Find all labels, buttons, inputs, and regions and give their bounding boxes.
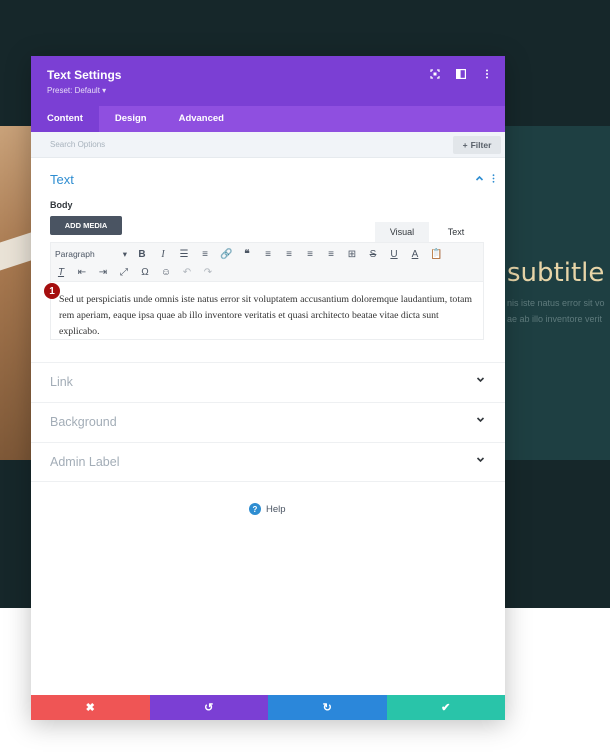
close-icon: ✖ xyxy=(85,702,95,714)
save-button[interactable]: ✔ xyxy=(386,695,505,720)
table-icon[interactable]: ⊞ xyxy=(346,249,358,260)
paste-icon[interactable]: 📋 xyxy=(430,249,442,260)
help-label: Help xyxy=(266,503,286,515)
numbered-list-icon[interactable]: ≡ xyxy=(199,249,211,260)
toggle-label: Background xyxy=(50,415,117,429)
chevron-up-icon[interactable] xyxy=(475,174,484,186)
body-label: Body xyxy=(50,200,73,210)
tab-advanced[interactable]: Advanced xyxy=(163,106,240,132)
tab-visual[interactable]: Visual xyxy=(375,222,429,242)
plus-icon: + xyxy=(462,140,468,150)
link-icon[interactable]: 🔗 xyxy=(220,249,232,260)
toggle-background[interactable]: Background xyxy=(31,402,505,442)
bullet-list-icon[interactable]: ☰ xyxy=(178,249,190,260)
settings-tabs: Content Design Advanced xyxy=(31,106,505,132)
undo-button[interactable]: ↺ xyxy=(149,695,268,720)
undo-edit-icon[interactable]: ↶ xyxy=(181,267,193,278)
focus-icon[interactable] xyxy=(429,68,441,80)
toggle-admin-label[interactable]: Admin Label xyxy=(31,442,505,482)
bold-icon[interactable]: B xyxy=(136,249,148,260)
strikethrough-icon[interactable]: S xyxy=(367,249,379,260)
check-icon: ✔ xyxy=(441,702,451,714)
clear-formatting-icon[interactable]: T xyxy=(55,267,67,278)
more-icon[interactable] xyxy=(481,68,493,80)
redo-icon: ↻ xyxy=(322,702,332,714)
modal-footer: ✖ ↺ ↻ ✔ xyxy=(31,695,505,720)
align-center-icon[interactable]: ≡ xyxy=(283,249,295,260)
toggle-label: Admin Label xyxy=(50,455,120,469)
filter-label: Filter xyxy=(470,140,492,150)
emoji-icon[interactable]: ☺ xyxy=(160,267,172,278)
text-color-icon[interactable]: A xyxy=(409,249,421,260)
section-more-icon[interactable] xyxy=(492,174,495,186)
background-text-line: nis iste natus error sit vo xyxy=(507,298,605,308)
redo-button[interactable]: ↻ xyxy=(268,695,387,720)
section-title-text[interactable]: Text xyxy=(50,172,74,187)
blockquote-icon[interactable]: ❝ xyxy=(241,249,253,260)
text-settings-modal: Text Settings Preset: Default ▾ Content … xyxy=(31,56,505,720)
chevron-down-icon xyxy=(476,455,485,467)
tab-design[interactable]: Design xyxy=(99,106,163,132)
tab-content[interactable]: Content xyxy=(31,106,99,132)
background-subtitle: subtitle xyxy=(507,258,605,288)
fullscreen-icon[interactable]: ⤢ xyxy=(118,267,130,278)
background-text-line: ae ab illo inventore verit xyxy=(507,314,603,324)
sidebar-toggle-icon[interactable] xyxy=(455,68,467,80)
toggle-link[interactable]: Link xyxy=(31,362,505,402)
search-options-bar: Search Options + Filter xyxy=(31,132,505,158)
undo-icon: ↺ xyxy=(204,702,214,714)
search-input[interactable]: Search Options xyxy=(50,140,105,149)
modal-header[interactable]: Text Settings Preset: Default ▾ xyxy=(31,56,505,106)
editor-mode-tabs: Visual Text xyxy=(375,222,483,242)
add-media-button[interactable]: ADD MEDIA xyxy=(50,216,122,235)
toggle-label: Link xyxy=(50,375,73,389)
step-badge: 1 xyxy=(44,283,60,299)
modal-title: Text Settings xyxy=(47,68,122,82)
indent-icon[interactable]: ⇥ xyxy=(97,267,109,278)
filter-button[interactable]: + Filter xyxy=(453,136,501,154)
background-teal-panel xyxy=(503,126,610,460)
preset-dropdown[interactable]: Preset: Default ▾ xyxy=(47,86,106,95)
outdent-icon[interactable]: ⇤ xyxy=(76,267,88,278)
justify-icon[interactable]: ≡ xyxy=(325,249,337,260)
help-link[interactable]: ? Help xyxy=(249,503,286,515)
redo-edit-icon[interactable]: ↷ xyxy=(202,267,214,278)
text-editor[interactable]: Sed ut perspiciatis unde omnis iste natu… xyxy=(50,282,484,340)
italic-icon[interactable]: I xyxy=(157,249,169,260)
align-left-icon[interactable]: ≡ xyxy=(262,249,274,260)
align-right-icon[interactable]: ≡ xyxy=(304,249,316,260)
editor-toolbar: Paragraph ▾ B I ☰ ≡ 🔗 ❝ ≡ ≡ ≡ ≡ ⊞ S U A 📋… xyxy=(50,242,484,282)
tab-text[interactable]: Text xyxy=(429,222,483,242)
cancel-button[interactable]: ✖ xyxy=(31,695,150,720)
help-icon: ? xyxy=(249,503,261,515)
editor-content[interactable]: Sed ut perspiciatis unde omnis iste natu… xyxy=(59,292,477,340)
special-character-icon[interactable]: Ω xyxy=(139,267,151,278)
chevron-down-icon xyxy=(476,375,485,387)
underline-icon[interactable]: U xyxy=(388,249,400,260)
chevron-down-icon xyxy=(476,415,485,427)
format-select[interactable]: Paragraph ▾ xyxy=(55,249,127,260)
